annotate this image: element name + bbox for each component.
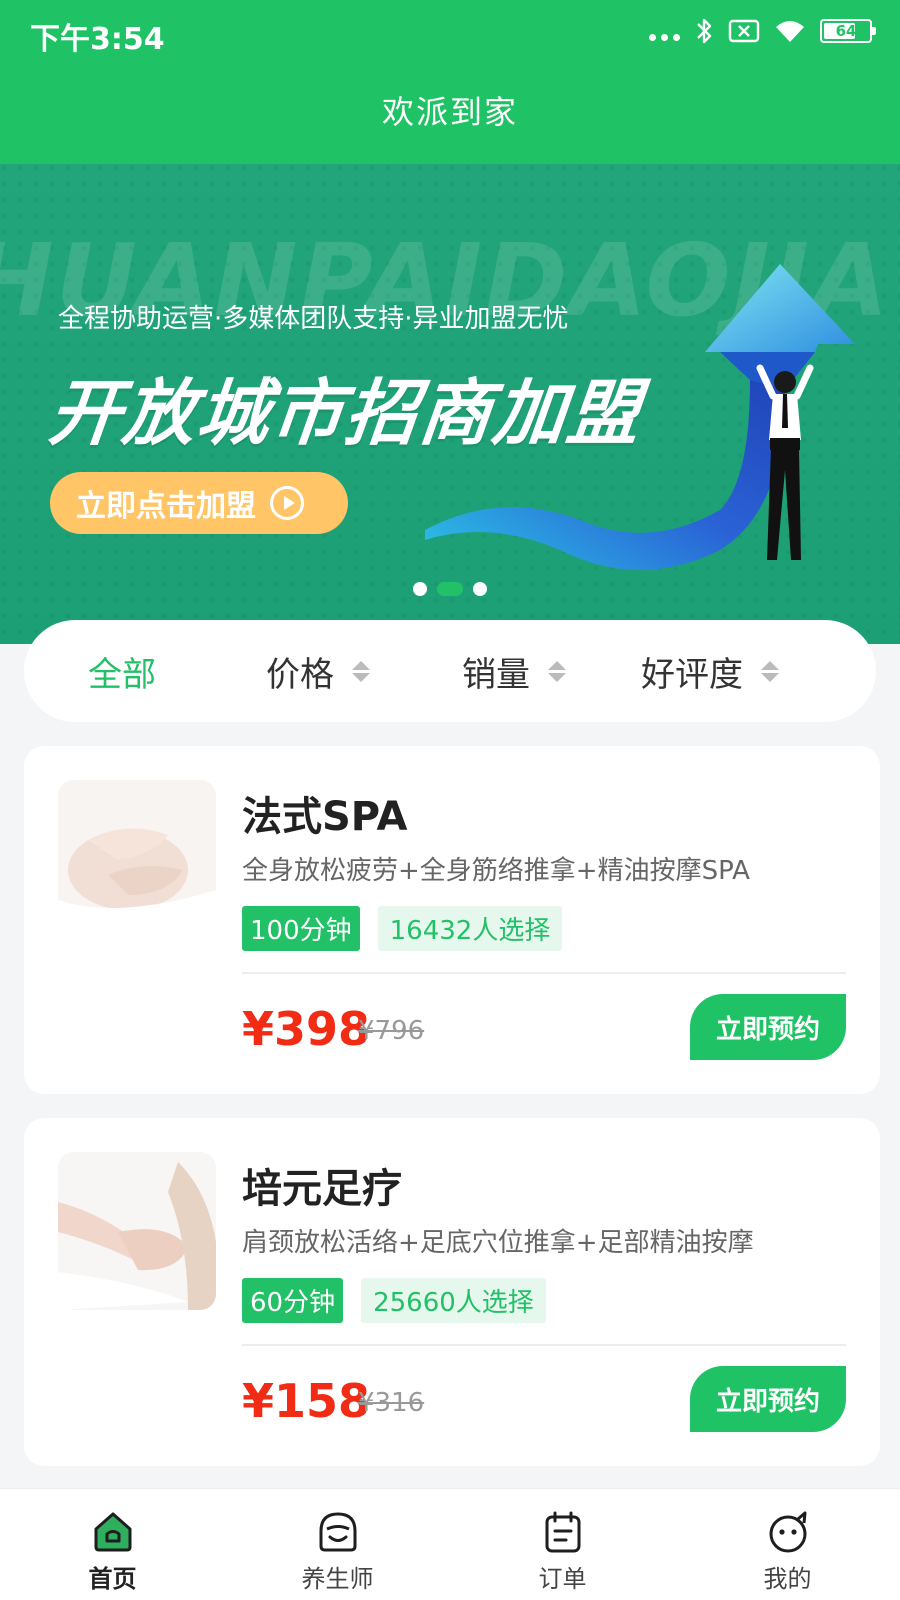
- tab-label: 养生师: [301, 1565, 374, 1593]
- tab-therapist[interactable]: 养生师: [225, 1489, 450, 1600]
- choices-badge: 25660人选择: [361, 1278, 546, 1323]
- tab-profile[interactable]: 我的: [675, 1489, 900, 1600]
- status-time: 下午3:54: [30, 22, 165, 57]
- service-name: 法式SPA: [242, 794, 408, 840]
- service-thumbnail[interactable]: [58, 780, 216, 938]
- signal-dots-icon: [649, 17, 680, 45]
- service-price: ¥158: [242, 1374, 371, 1428]
- carousel-dot-active[interactable]: [437, 582, 463, 596]
- service-name: 培元足疗: [242, 1166, 402, 1212]
- sim-off-icon: [728, 19, 760, 43]
- home-icon: [94, 1512, 131, 1552]
- filter-label: 好评度: [641, 654, 743, 695]
- join-button[interactable]: 立即点击加盟: [50, 472, 348, 534]
- sort-arrows-icon: [352, 660, 370, 682]
- header: 欢派到家: [0, 64, 900, 164]
- service-thumbnail[interactable]: [58, 1152, 216, 1310]
- carousel-dot[interactable]: [413, 582, 427, 596]
- therapist-icon: [319, 1512, 356, 1552]
- card-divider: [242, 1344, 846, 1346]
- battery-level: 64: [835, 22, 857, 40]
- filter-rating[interactable]: 好评度: [612, 647, 808, 696]
- book-now-button[interactable]: 立即预约: [690, 1366, 846, 1432]
- profile-icon: [769, 1511, 806, 1553]
- duration-badge: 60分钟: [242, 1278, 344, 1323]
- bottom-tab-bar: 首页 养生师 订单 我的: [0, 1488, 900, 1600]
- page-title: 欢派到家: [381, 93, 518, 131]
- filter-sales[interactable]: 销量: [416, 647, 612, 696]
- card-divider: [242, 972, 846, 974]
- service-original-price: ¥796: [358, 1016, 425, 1046]
- tab-label: 我的: [763, 1565, 812, 1593]
- choices-badge: 16432人选择: [377, 906, 563, 951]
- filter-label: 全部: [88, 654, 156, 695]
- promo-banner[interactable]: HUANPAIDAOJIA 全程协助运营·多媒体团队支持·异业加盟无忧 开放城市…: [0, 164, 900, 644]
- sort-arrows-icon: [761, 660, 779, 682]
- carousel-indicators[interactable]: [0, 582, 900, 596]
- filter-label: 价格: [266, 654, 334, 695]
- carousel-dot[interactable]: [473, 582, 487, 596]
- service-description: 全身放松疲劳+全身筋络推拿+精油按摩SPA: [242, 856, 750, 886]
- service-tags: 60分钟 25660人选择: [242, 1278, 546, 1323]
- play-circle-icon: [270, 486, 304, 520]
- service-description: 肩颈放松活络+足底穴位推拿+足部精油按摩: [242, 1228, 754, 1258]
- join-button-label: 立即点击加盟: [76, 489, 256, 524]
- service-tags: 100分钟 16432人选择: [242, 906, 563, 951]
- tab-label: 订单: [538, 1565, 587, 1593]
- wifi-icon: [776, 21, 804, 42]
- tab-orders[interactable]: 订单: [450, 1489, 675, 1600]
- tab-label: 首页: [88, 1565, 137, 1593]
- duration-badge: 100分钟: [242, 906, 360, 951]
- filter-label: 销量: [462, 654, 530, 695]
- growth-arrow-illustration: [425, 264, 855, 570]
- filter-all[interactable]: 全部: [24, 647, 220, 696]
- book-now-button[interactable]: 立即预约: [690, 994, 846, 1060]
- service-price: ¥398: [242, 1002, 371, 1056]
- sort-arrows-icon: [548, 660, 566, 682]
- status-icons: 64: [649, 16, 876, 46]
- status-bar: 下午3:54 64: [0, 0, 900, 64]
- service-card[interactable]: 培元足疗 肩颈放松活络+足底穴位推拿+足部精油按摩 60分钟 25660人选择 …: [24, 1118, 880, 1466]
- bluetooth-icon: [697, 18, 712, 44]
- service-original-price: ¥316: [358, 1388, 425, 1418]
- sort-filter-bar: 全部 价格 销量 好评度: [24, 620, 876, 722]
- filter-price[interactable]: 价格: [220, 647, 416, 696]
- order-icon: [545, 1511, 580, 1553]
- tab-home[interactable]: 首页: [0, 1489, 225, 1600]
- service-card[interactable]: 法式SPA 全身放松疲劳+全身筋络推拿+精油按摩SPA 100分钟 16432人…: [24, 746, 880, 1094]
- battery-icon: 64: [820, 19, 876, 43]
